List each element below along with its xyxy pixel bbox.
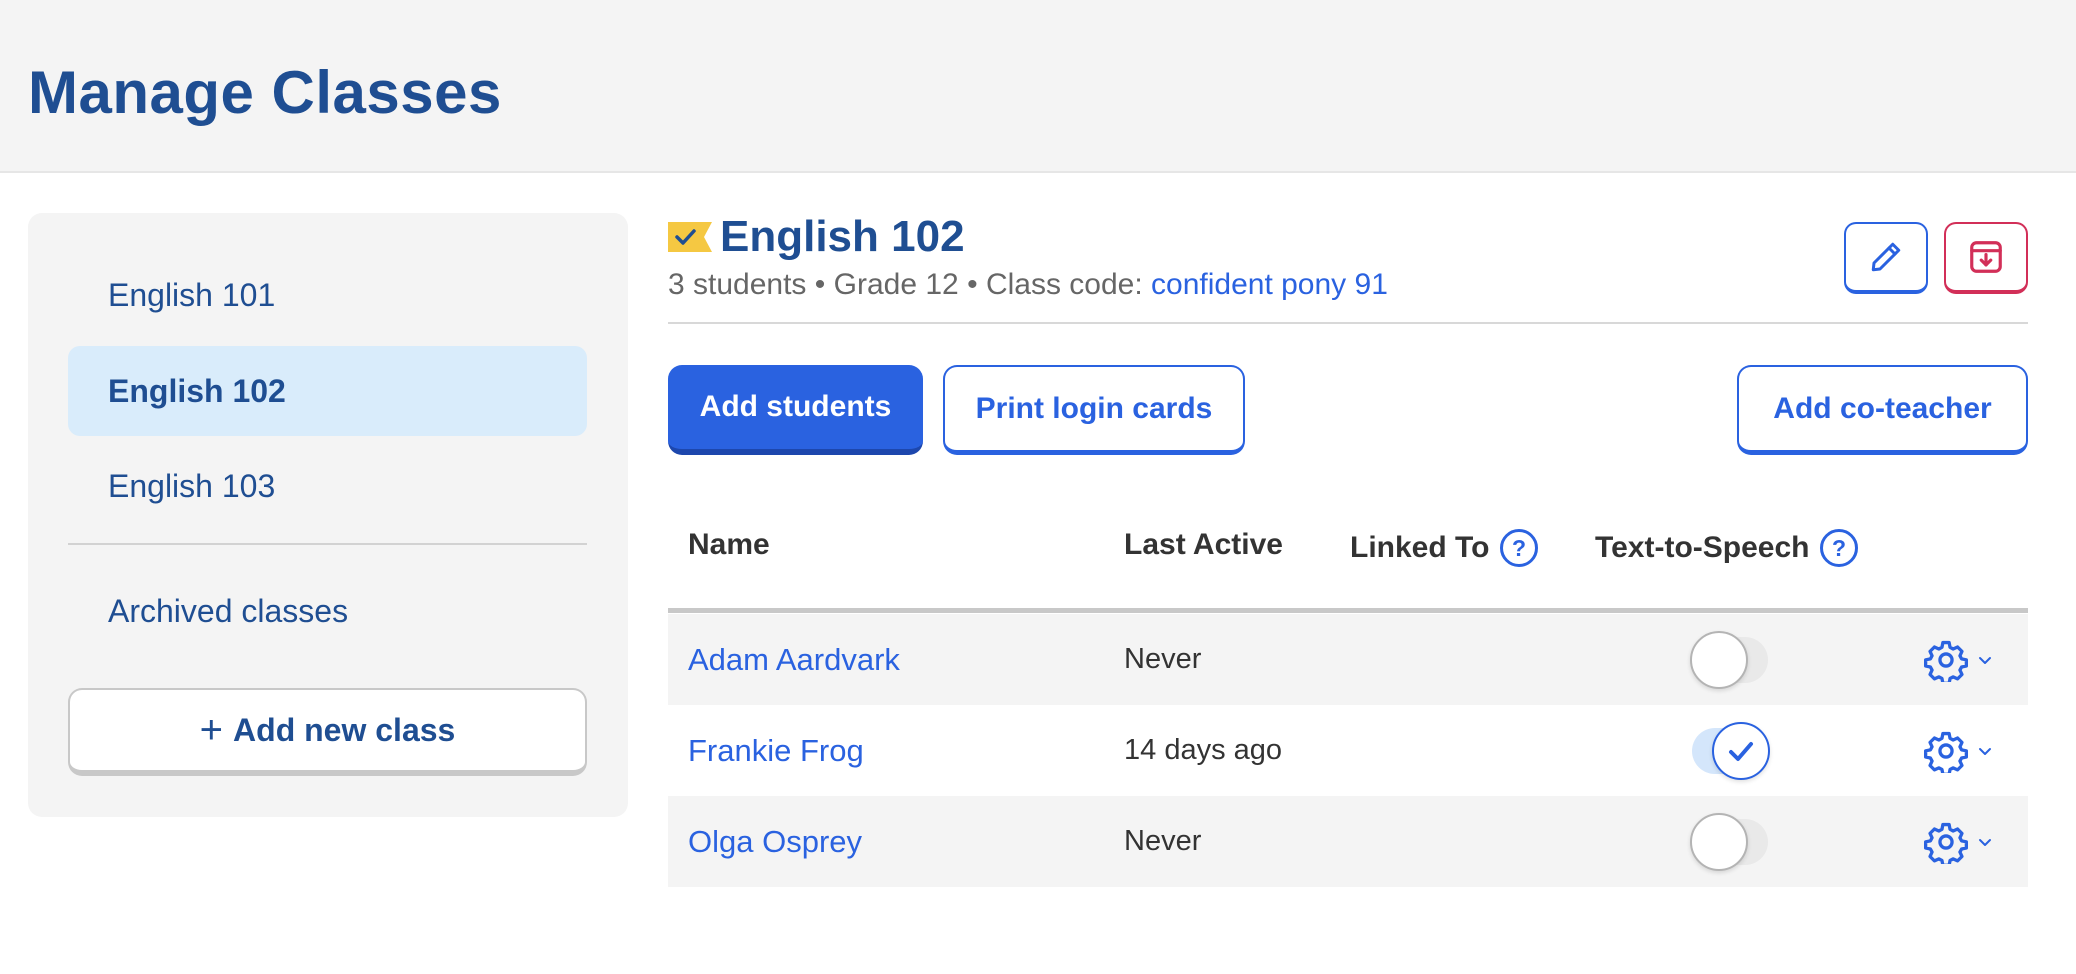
student-name-link[interactable]: Olga Osprey: [688, 796, 862, 887]
column-header-label: Name: [688, 528, 770, 561]
student-name-link[interactable]: Adam Aardvark: [688, 614, 900, 705]
column-header-label: Linked To: [1350, 531, 1490, 564]
last-active-cell: Never: [1124, 643, 1202, 675]
archive-class-button[interactable]: [1944, 222, 2028, 294]
header-divider: [668, 322, 2028, 324]
last-active-cell: Never: [1124, 825, 1202, 857]
student-settings-menu[interactable]: [1924, 727, 1994, 775]
last-active-cell: 14 days ago: [1124, 734, 1283, 766]
sidebar-item-english-101[interactable]: English 101: [68, 250, 587, 340]
student-settings-menu[interactable]: [1924, 818, 1994, 866]
svg-text:?: ?: [1832, 535, 1846, 561]
sidebar-divider: [68, 543, 587, 545]
column-header-linked-to: Linked To ?: [1350, 528, 1539, 568]
toggle-knob: [1690, 631, 1748, 689]
gear-icon: [1924, 822, 1968, 864]
question-circle-icon[interactable]: ?: [1819, 528, 1859, 568]
table-row: Frankie Frog 14 days ago: [668, 705, 2028, 796]
table-row: Olga Osprey Never: [668, 796, 2028, 887]
table-row: Adam Aardvark Never: [668, 614, 2028, 705]
page-header: Manage Classes: [0, 0, 2076, 173]
class-code-label: Class code:: [985, 268, 1143, 301]
chevron-down-icon: [1979, 657, 1991, 664]
gear-icon: [1924, 731, 1968, 773]
student-name-link[interactable]: Frankie Frog: [688, 705, 864, 796]
student-settings-menu[interactable]: [1924, 636, 1994, 684]
meta-separator: •: [814, 268, 826, 301]
archived-classes-link[interactable]: Archived classes: [108, 593, 348, 630]
class-sidebar: English 101 English 102 English 103 Arch…: [28, 213, 628, 817]
column-header-name: Name: [688, 528, 770, 562]
edit-class-button[interactable]: [1844, 222, 1928, 294]
add-new-class-label: Add new class: [233, 711, 456, 748]
class-meta: 3 students • Grade 12 • Class code: conf…: [668, 268, 1388, 302]
student-count: 3 students: [668, 268, 807, 301]
grade-level: Grade 12: [833, 268, 959, 301]
add-students-button[interactable]: Add students: [668, 365, 923, 455]
meta-separator: •: [967, 268, 978, 301]
sidebar-item-label: English 103: [108, 467, 276, 504]
column-header-text-to-speech: Text-to-Speech ?: [1595, 528, 1859, 568]
column-header-last-active: Last Active: [1124, 528, 1283, 562]
toggle-knob: [1712, 722, 1770, 780]
plus-icon: +: [199, 708, 224, 752]
sidebar-item-english-103[interactable]: English 103: [68, 441, 587, 531]
pencil-icon: [1871, 242, 1901, 272]
class-flag-check-icon: [668, 222, 712, 252]
print-login-cards-button[interactable]: Print login cards: [943, 365, 1245, 455]
chevron-down-icon: [1979, 748, 1991, 755]
sidebar-item-label: English 102: [108, 372, 286, 409]
text-to-speech-toggle[interactable]: [1690, 629, 1770, 689]
column-header-label: Text-to-Speech: [1595, 531, 1810, 564]
add-new-class-button[interactable]: + Add new class: [68, 688, 587, 776]
toggle-knob: [1690, 813, 1748, 871]
add-co-teacher-button[interactable]: Add co-teacher: [1737, 365, 2028, 455]
chevron-down-icon: [1979, 839, 1991, 846]
svg-text:?: ?: [1512, 535, 1526, 561]
column-header-label: Last Active: [1124, 528, 1283, 561]
question-circle-icon[interactable]: ?: [1499, 528, 1539, 568]
sidebar-item-english-102[interactable]: English 102: [68, 346, 587, 436]
table-header-rule: [668, 608, 2028, 613]
check-icon: [1729, 742, 1753, 761]
page-title: Manage Classes: [28, 59, 502, 126]
archive-box-icon: [1970, 241, 2002, 273]
text-to-speech-toggle[interactable]: [1690, 720, 1770, 780]
class-code-value[interactable]: confident pony 91: [1151, 268, 1388, 301]
sidebar-item-label: English 101: [108, 276, 276, 313]
class-title: English 102: [720, 212, 965, 261]
gear-icon: [1924, 640, 1968, 682]
text-to-speech-toggle[interactable]: [1690, 811, 1770, 871]
